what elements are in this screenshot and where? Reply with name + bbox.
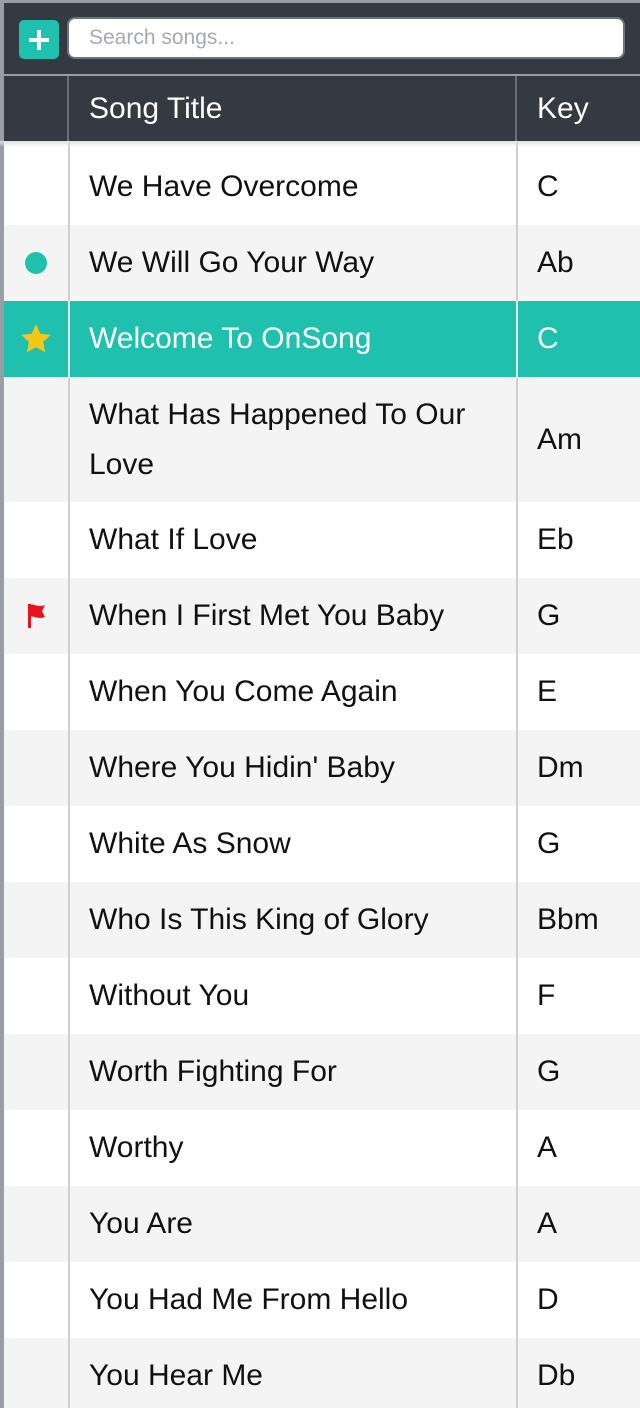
song-list: We Have Overcome C We Will Go Your Way Ab We…: [0, 141, 640, 1408]
song-title: What Has Happened To Our Love: [70, 377, 518, 502]
toolbar: [0, 0, 640, 74]
song-row[interactable]: Where You Hidin' Baby Dm: [0, 730, 640, 806]
song-key: Eb: [537, 523, 574, 556]
song-row[interactable]: What If Love Eb: [0, 502, 640, 578]
song-title: What If Love: [70, 502, 518, 578]
song-key: E: [537, 675, 558, 708]
song-key: C: [537, 322, 559, 355]
song-row[interactable]: You Hear Me Db: [0, 1338, 640, 1408]
song-marker-cell: [4, 1262, 70, 1338]
song-title: You Had Me From Hello: [70, 1262, 518, 1338]
song-row[interactable]: We Will Go Your Way Ab: [0, 225, 640, 301]
song-row[interactable]: When I First Met You Baby G: [0, 578, 640, 654]
header-song-title[interactable]: Song Title: [69, 76, 517, 141]
song-marker-cell: [4, 502, 70, 578]
header-key[interactable]: Key: [517, 76, 640, 141]
song-list-app: Song Title Key We Have Overcome C We Will …: [0, 0, 640, 1408]
table-header: Song Title Key: [0, 74, 640, 141]
song-key: C: [537, 170, 559, 203]
song-title: You Hear Me: [70, 1338, 518, 1408]
song-marker-cell: [4, 1110, 70, 1186]
song-key: A: [537, 1207, 558, 1240]
song-key: Bbm: [537, 903, 599, 936]
song-row[interactable]: You Had Me From Hello D: [0, 1262, 640, 1338]
flag-icon: [28, 604, 45, 628]
song-title: White As Snow: [70, 806, 518, 882]
song-key: G: [537, 599, 561, 632]
song-key: G: [537, 1055, 561, 1088]
song-title: Without You: [70, 958, 518, 1034]
song-row[interactable]: Worth Fighting For G: [0, 1034, 640, 1110]
song-key: Db: [537, 1359, 576, 1392]
song-marker-cell: [4, 377, 70, 502]
song-marker-cell: [4, 225, 70, 301]
song-key: Ab: [537, 246, 574, 279]
song-marker-cell: [4, 141, 70, 225]
song-key: A: [537, 1131, 558, 1164]
song-marker-cell: [4, 730, 70, 806]
song-title: We Have Overcome: [70, 141, 518, 225]
song-title: We Will Go Your Way: [70, 225, 518, 301]
song-marker-cell: [4, 806, 70, 882]
search-input[interactable]: [67, 17, 625, 59]
song-row[interactable]: We Have Overcome C: [0, 141, 640, 225]
star-icon: [21, 324, 51, 353]
song-title: When You Come Again: [70, 654, 518, 730]
song-row[interactable]: White As Snow G: [0, 806, 640, 882]
song-key: Am: [537, 422, 582, 456]
song-title: Welcome To OnSong: [70, 301, 518, 377]
song-row[interactable]: When You Come Again E: [0, 654, 640, 730]
song-title: Where You Hidin' Baby: [70, 730, 518, 806]
song-title: Worthy: [70, 1110, 518, 1186]
dot-icon: [25, 252, 47, 274]
song-marker-cell: [4, 958, 70, 1034]
song-marker-cell: [4, 882, 70, 958]
song-marker-cell: [4, 1186, 70, 1262]
header-marker-column: [4, 76, 69, 141]
song-key: Dm: [537, 751, 584, 784]
plus-icon: [29, 29, 49, 50]
song-title: Who Is This King of Glory: [70, 882, 518, 958]
song-row[interactable]: You Are A: [0, 1186, 640, 1262]
song-key: F: [537, 979, 556, 1012]
song-marker-cell: [4, 301, 70, 377]
song-row[interactable]: Welcome To OnSong C: [0, 301, 640, 377]
song-row[interactable]: Who Is This King of Glory Bbm: [0, 882, 640, 958]
song-title: Worth Fighting For: [70, 1034, 518, 1110]
song-row[interactable]: Worthy A: [0, 1110, 640, 1186]
song-key: D: [537, 1283, 559, 1316]
song-key: G: [537, 827, 561, 860]
song-marker-cell: [4, 1338, 70, 1408]
song-marker-cell: [4, 1034, 70, 1110]
add-song-button[interactable]: [19, 20, 59, 59]
song-row[interactable]: Without You F: [0, 958, 640, 1034]
song-title: When I First Met You Baby: [70, 578, 518, 654]
song-title: You Are: [70, 1186, 518, 1262]
song-row[interactable]: What Has Happened To Our Love Am: [0, 377, 640, 502]
song-marker-cell: [4, 654, 70, 730]
song-marker-cell: [4, 578, 70, 654]
